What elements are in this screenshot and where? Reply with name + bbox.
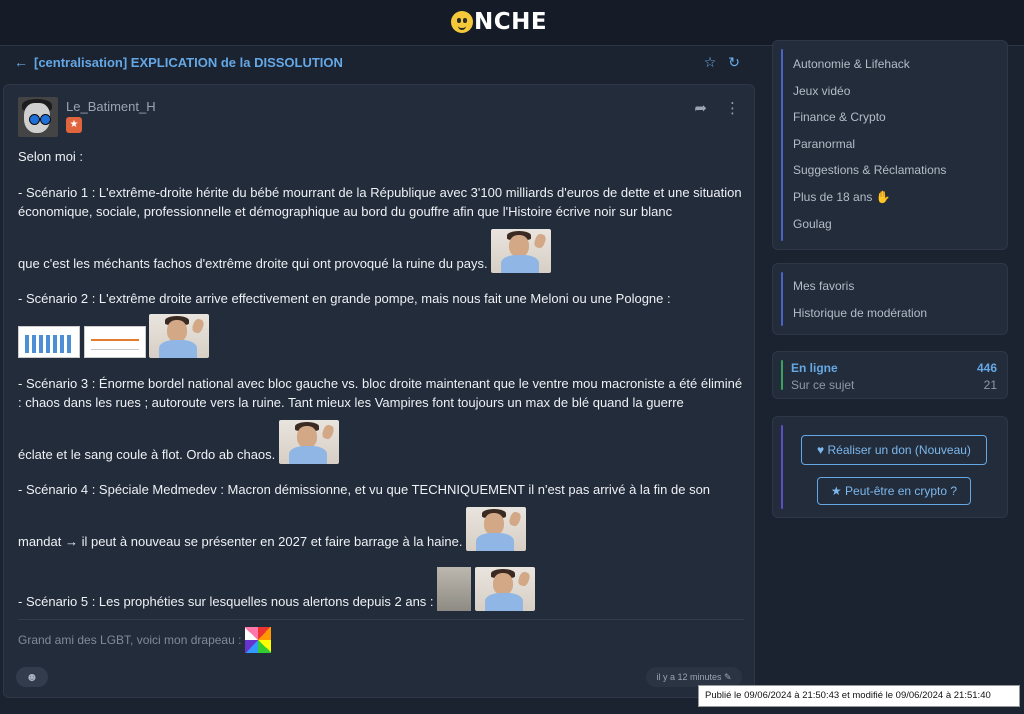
categories-panel: Autonomie & Lifehack Jeux vidéo Finance …	[772, 40, 1008, 250]
risitas-sticker	[474, 567, 535, 611]
panel-rail	[781, 272, 783, 326]
post-paragraph: - Scénario 2 : L'extrême droite arrive e…	[18, 291, 671, 306]
risitas-sticker	[278, 420, 339, 464]
post-paragraph: - Scénario 3 : Énorme bordel national av…	[18, 376, 743, 410]
post-author[interactable]: Le_Batiment_H	[66, 99, 156, 114]
site-logo-text: NCHE	[474, 9, 548, 35]
sidebar-item-plus-18[interactable]: Plus de 18 ans ✋	[793, 184, 946, 211]
sidebar-item-finance[interactable]: Finance & Crypto	[793, 104, 946, 131]
post-paragraph: éclate et le sang coule à flot. Ordo ab …	[18, 447, 276, 462]
adult-emoji-icon: ✋	[875, 189, 891, 204]
post-signature: Grand ami des LGBT, voici mon drapeau :	[18, 627, 271, 653]
topic-header: ← [centralisation] EXPLICATION de la DIS…	[14, 50, 754, 74]
panel-rail	[781, 425, 783, 509]
risitas-sticker	[149, 314, 210, 358]
sidebar-item-jeux-video[interactable]: Jeux vidéo	[793, 78, 946, 105]
signature-text: Grand ami des LGBT, voici mon drapeau :	[18, 633, 242, 647]
sidebar-item-suggestions[interactable]: Suggestions & Réclamations	[793, 157, 946, 184]
user-links-panel: Mes favoris Historique de modération	[772, 263, 1008, 335]
post-timestamp[interactable]: il y a 12 minutes ✎	[646, 667, 742, 687]
post-paragraph: Selon moi :	[18, 149, 84, 164]
post-paragraph: - Scénario 5 : Les prophéties sur lesque…	[18, 594, 434, 609]
bar-chart-image[interactable]	[18, 326, 80, 358]
post-paragraph: - Scénario 4 : Spéciale Medmedev : Macro…	[18, 482, 711, 497]
timestamp-tooltip: Publié le 09/06/2024 à 21:50:43 et modif…	[698, 685, 1020, 707]
donate-button[interactable]: ♥ Réaliser un don (Nouveau)	[801, 435, 987, 465]
donation-panel: ♥ Réaliser un don (Nouveau) ★ Peut-être …	[772, 416, 1008, 518]
time-ago: il y a 12 minutes	[656, 672, 722, 682]
line-chart-image[interactable]	[83, 326, 146, 358]
online-panel: En ligne 446 Sur ce sujet 21	[772, 351, 1008, 399]
smiley-logo-icon	[451, 11, 473, 33]
topic-title[interactable]: [centralisation] EXPLICATION de la DISSO…	[34, 55, 343, 70]
site-logo[interactable]: NCHE	[451, 8, 547, 36]
topic-online-count: 21	[983, 378, 997, 392]
post-card: Le_Batiment_H ★ ➦ ⋮ Selon moi : - Scénar…	[3, 84, 755, 698]
online-label: En ligne	[791, 361, 838, 375]
category-list: Autonomie & Lifehack Jeux vidéo Finance …	[793, 51, 946, 237]
post-content: Selon moi : - Scénario 1 : L'extrême-dro…	[18, 147, 744, 611]
post-paragraph: - Scénario 1 : L'extrême-droite hérite d…	[18, 185, 742, 219]
refresh-icon[interactable]: ↻	[728, 54, 740, 71]
rank-badge-icon: ★	[66, 117, 82, 133]
sidebar-item-moderation-history[interactable]: Historique de modération	[793, 300, 927, 327]
risitas-sticker	[466, 507, 527, 551]
sidebar-item-autonomie[interactable]: Autonomie & Lifehack	[793, 51, 946, 78]
more-options-icon[interactable]: ⋮	[725, 99, 740, 117]
sidebar-item-goulag[interactable]: Goulag	[793, 211, 946, 238]
smiley-icon: ☻	[25, 670, 39, 684]
panel-rail	[781, 360, 783, 390]
share-icon[interactable]: ➦	[694, 99, 707, 117]
risitas-sticker	[491, 229, 552, 273]
user-links-list: Mes favoris Historique de modération	[793, 273, 927, 326]
star-icon[interactable]: ☆	[704, 54, 717, 71]
rainbow-flag-icon	[244, 627, 271, 653]
heart-icon: ♥	[817, 443, 825, 457]
sidebar-item-favorites[interactable]: Mes favoris	[793, 273, 927, 300]
online-count: 446	[976, 361, 997, 375]
crypto-donate-button[interactable]: ★ Peut-être en crypto ?	[817, 477, 971, 505]
reaction-button[interactable]: ☻	[16, 667, 48, 687]
post-paragraph: que c'est les méchants fachos d'extrême …	[18, 256, 488, 271]
topic-online-label: Sur ce sujet	[791, 378, 855, 392]
signature-divider	[18, 619, 744, 620]
star-icon: ★	[830, 484, 842, 498]
sidebar-item-paranormal[interactable]: Paranormal	[793, 131, 946, 158]
document-photo-image[interactable]	[437, 567, 472, 611]
post-paragraph: mandat → il peut à nouveau se présenter …	[18, 534, 463, 549]
avatar[interactable]	[18, 97, 58, 137]
panel-rail	[781, 49, 783, 241]
pencil-icon: ✎	[724, 672, 732, 682]
back-arrow-icon[interactable]: ←	[14, 54, 30, 70]
